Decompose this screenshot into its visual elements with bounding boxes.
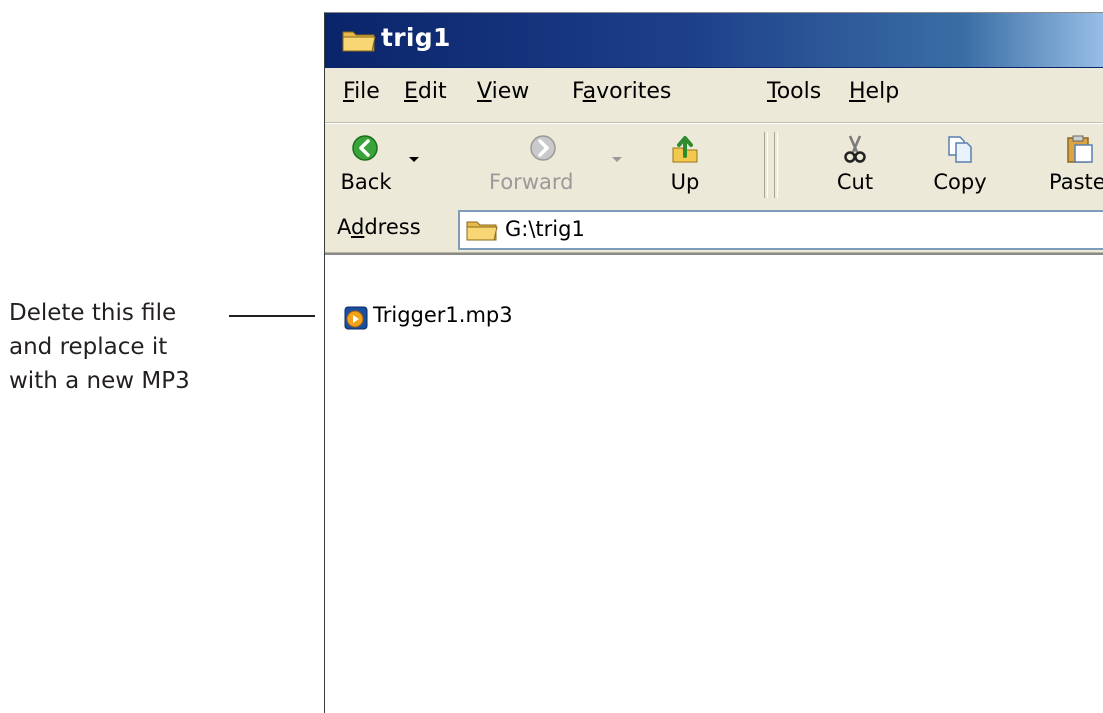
file-name: Trigger1.mp3 — [373, 303, 513, 327]
address-input[interactable]: G:\trig1 — [458, 210, 1103, 250]
copy-icon — [948, 136, 972, 163]
clipboard-icon — [1067, 135, 1093, 163]
menu-bar: File Edit View Favorites Tools Help — [325, 68, 1103, 123]
toolbar: Back Forward Up Cut Copy Paste — [325, 123, 1103, 207]
back-arrow-icon — [352, 135, 378, 161]
window-title: trig1 — [381, 23, 451, 52]
paste-label: Paste — [1049, 170, 1103, 194]
forward-button[interactable]: Forward — [425, 124, 575, 206]
file-list: Trigger1.mp3 — [325, 253, 1103, 713]
menu-favorites[interactable]: Favorites — [572, 79, 671, 104]
forward-arrow-icon — [530, 135, 556, 161]
address-bar: Address G:\trig1 — [325, 206, 1103, 253]
annotation-line-2: and replace it — [9, 334, 168, 360]
address-label: Address — [337, 215, 421, 239]
back-button[interactable]: Back — [333, 124, 399, 206]
up-button[interactable]: Up — [645, 124, 725, 206]
menu-view[interactable]: View — [477, 79, 529, 104]
copy-label: Copy — [933, 170, 987, 194]
explorer-window: trig1 File Edit View Favorites Tools Hel… — [324, 12, 1103, 713]
menu-edit[interactable]: Edit — [404, 79, 447, 104]
address-value: G:\trig1 — [505, 217, 585, 241]
cut-button[interactable]: Cut — [815, 124, 895, 206]
paste-button[interactable]: Paste — [1025, 124, 1103, 206]
annotation-pointer-line — [229, 315, 315, 317]
forward-dropdown-icon[interactable] — [612, 157, 622, 162]
menu-file[interactable]: File — [343, 79, 380, 104]
back-label: Back — [340, 170, 392, 194]
annotation-callout: Delete this file and replace it with a n… — [9, 296, 249, 398]
toolbar-separator — [774, 132, 778, 198]
menu-tools[interactable]: Tools — [767, 79, 821, 104]
media-file-icon — [344, 306, 368, 330]
copy-button[interactable]: Copy — [915, 124, 1005, 206]
annotation-line-1: Delete this file — [9, 300, 177, 326]
scissors-icon — [844, 135, 866, 163]
cut-label: Cut — [836, 170, 874, 194]
back-dropdown-icon[interactable] — [409, 157, 419, 162]
up-folder-icon — [672, 136, 698, 163]
menu-help[interactable]: Help — [849, 79, 899, 104]
toolbar-separator — [764, 132, 768, 198]
folder-icon — [466, 221, 498, 241]
annotation-line-3: with a new MP3 — [9, 368, 190, 394]
folder-icon — [342, 31, 376, 52]
title-bar[interactable]: trig1 — [325, 13, 1103, 68]
forward-label: Forward — [489, 170, 574, 194]
up-label: Up — [670, 170, 700, 194]
